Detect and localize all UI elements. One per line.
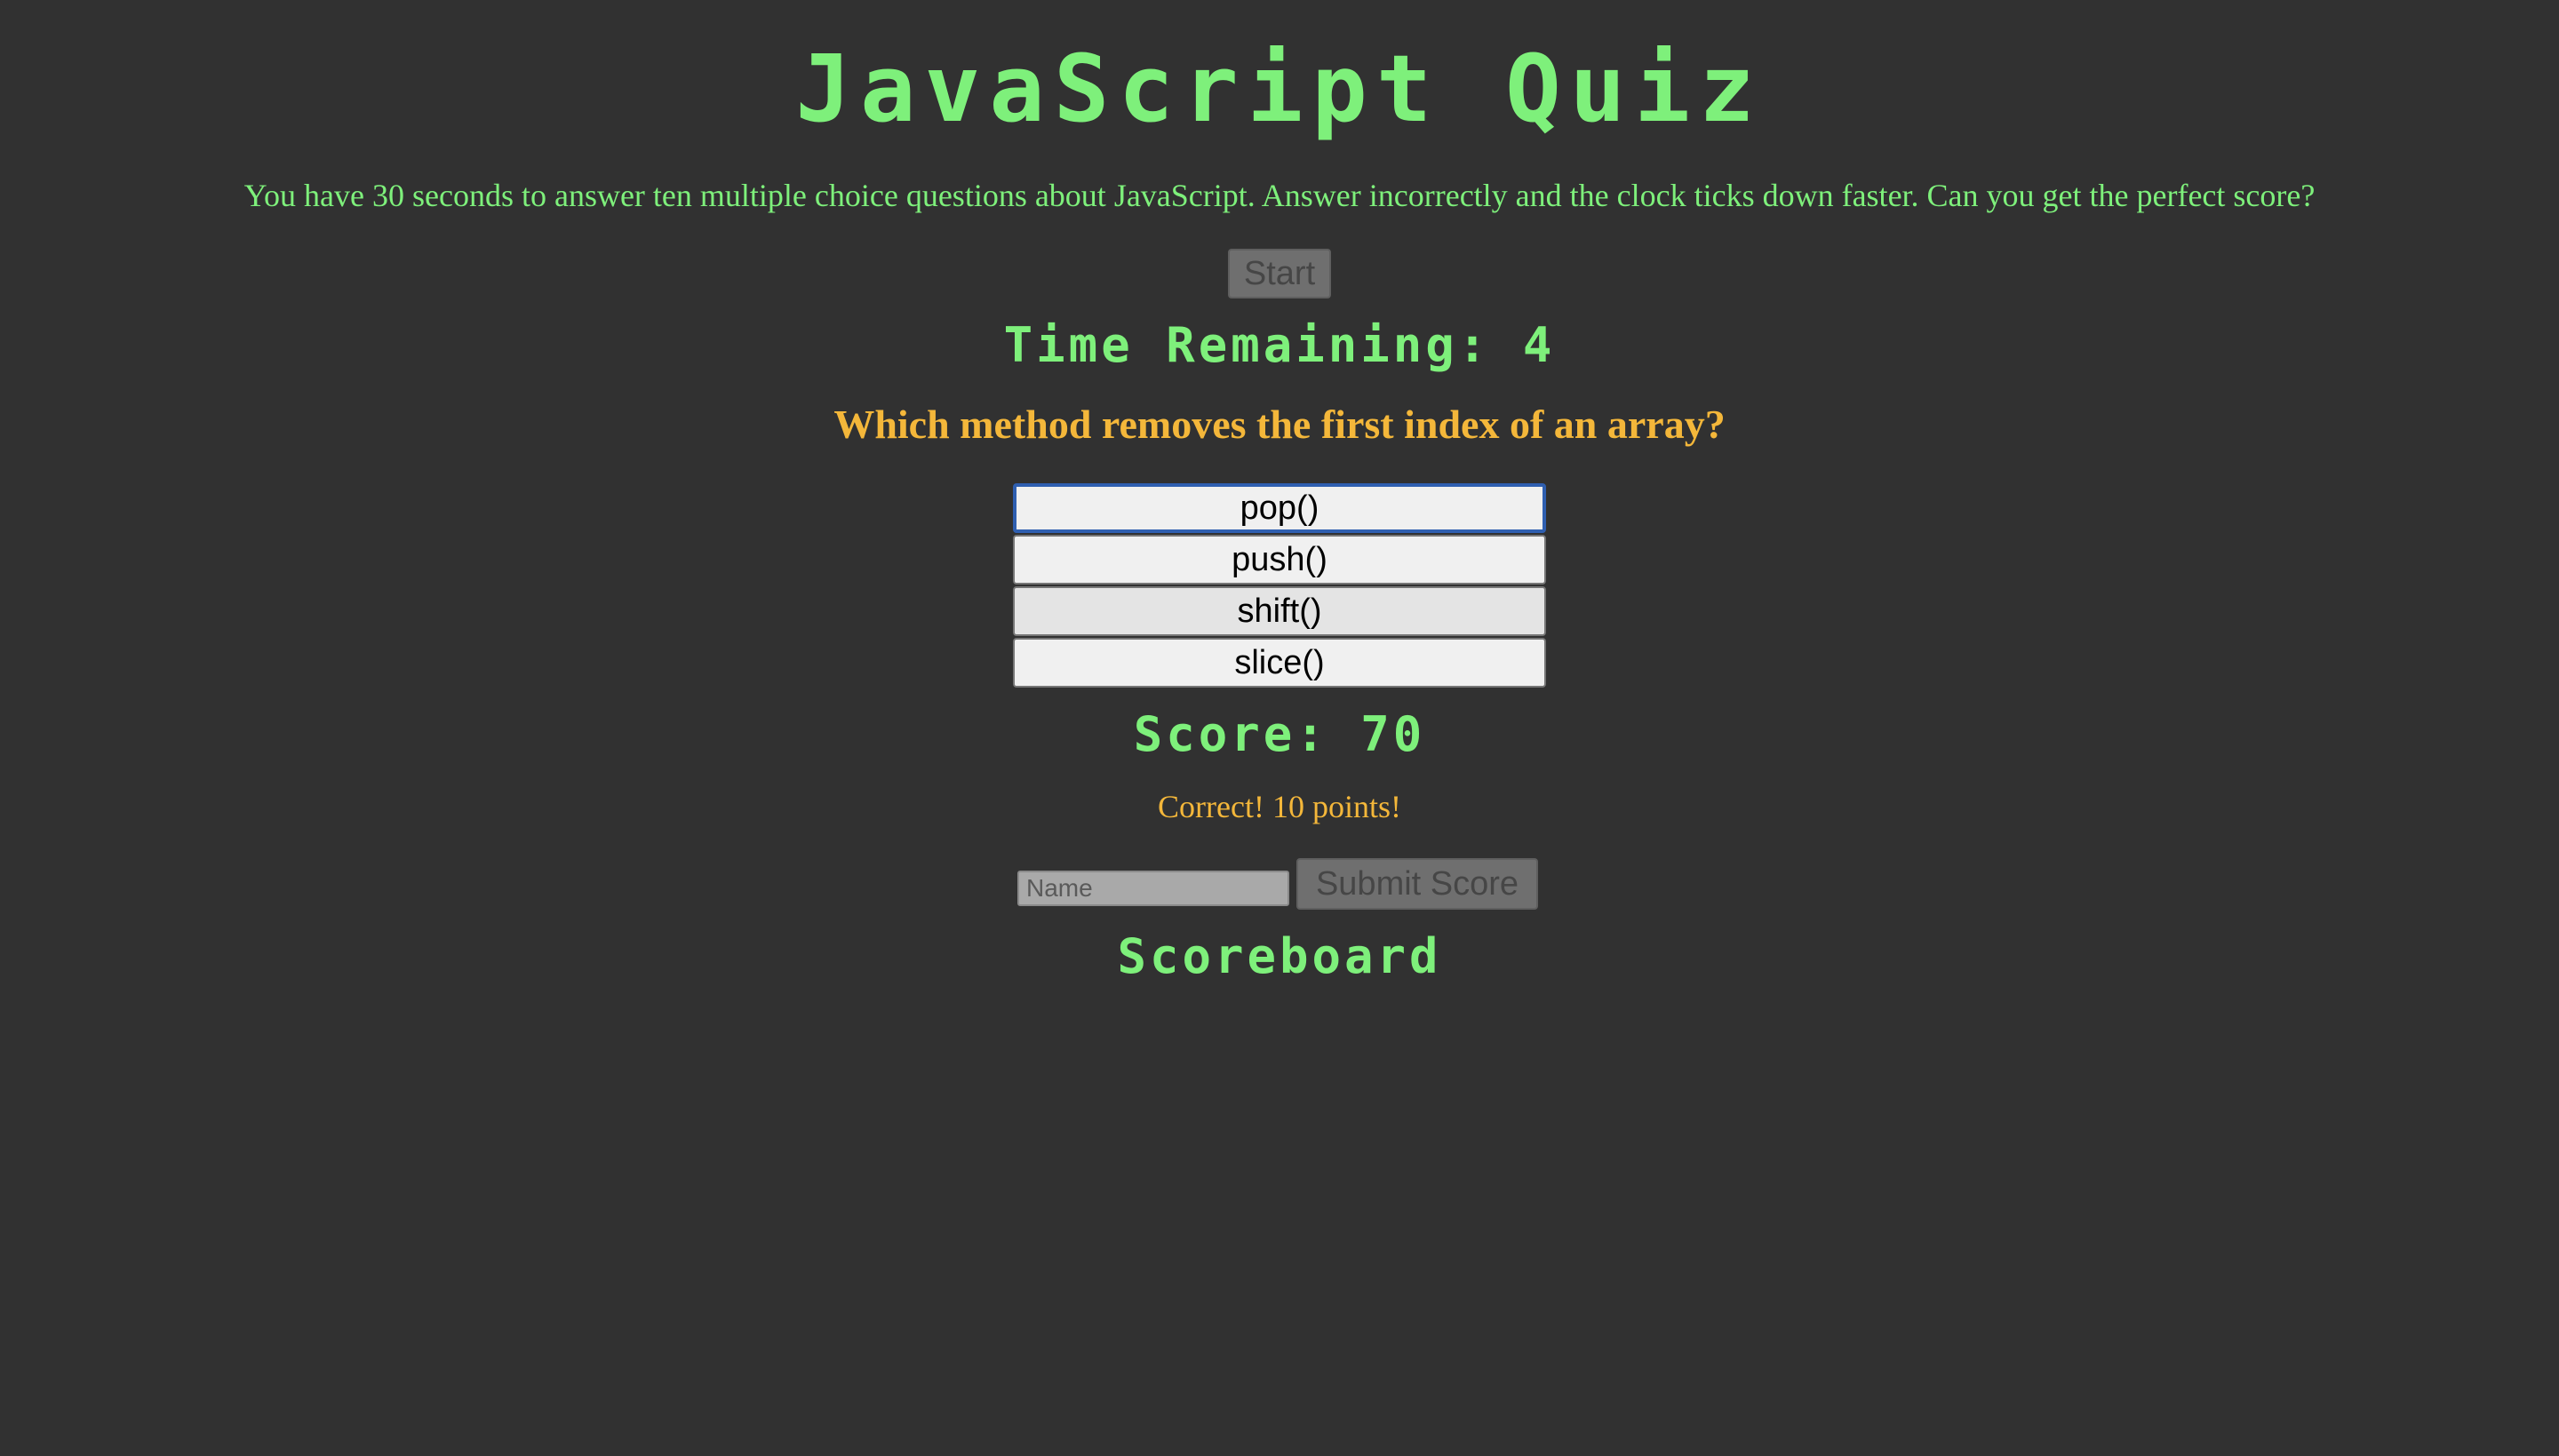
page-title: JavaScript Quiz — [795, 35, 1764, 143]
start-button[interactable]: Start — [1228, 249, 1331, 298]
time-remaining: Time Remaining: 4 — [1003, 317, 1556, 373]
question-text: Which method removes the first index of … — [833, 402, 1726, 447]
intro-text: You have 30 seconds to answer ten multip… — [243, 178, 2316, 213]
submit-score-button[interactable]: Submit Score — [1296, 858, 1538, 910]
score-submit-form: Submit Score — [1017, 858, 1542, 910]
choice-button-pop[interactable]: pop() — [1013, 483, 1546, 533]
scoreboard-title: Scoreboard — [1117, 928, 1442, 984]
answer-choices: pop() push() shift() slice() — [1013, 483, 1546, 689]
feedback-message: Correct! 10 points! — [1158, 789, 1401, 824]
choice-button-slice[interactable]: slice() — [1013, 638, 1546, 688]
choice-button-shift[interactable]: shift() — [1013, 586, 1546, 636]
name-input[interactable] — [1017, 871, 1289, 906]
score-display: Score: 70 — [1133, 706, 1426, 762]
quiz-page: JavaScript Quiz You have 30 seconds to a… — [0, 0, 2559, 1456]
choice-button-push[interactable]: push() — [1013, 535, 1546, 585]
